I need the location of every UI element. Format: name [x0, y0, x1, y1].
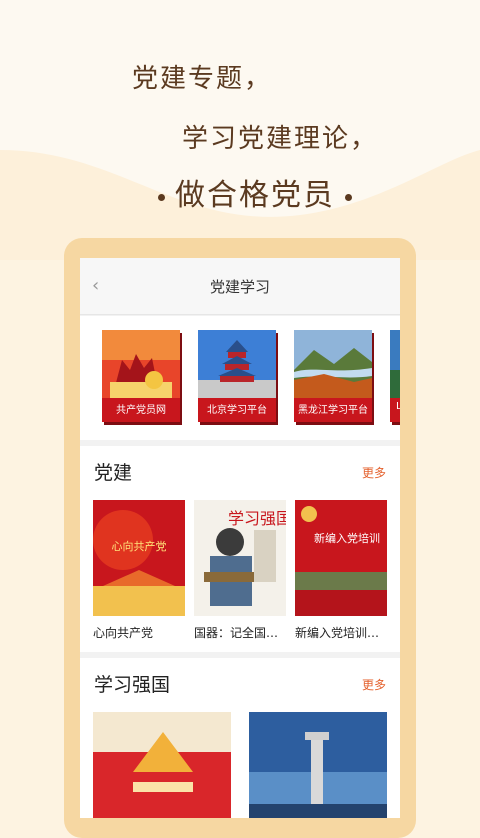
app-screen: ‹ 党建学习 共产党员网 北京学习平台 黑龙江学习平台 L 党建 更多 心向共产… — [80, 258, 400, 818]
bullet-dot-icon — [345, 193, 352, 201]
book-cover-image: 心向共产党 — [93, 500, 185, 616]
book-title: 新编入党培训… — [295, 626, 380, 640]
section-title: 党建 — [94, 462, 133, 484]
book-cover-text: 学习强国 — [228, 509, 286, 528]
book-cover-text: 新编入党培训 — [314, 531, 380, 545]
slogan-line-2: 学习党建理论， — [182, 124, 379, 154]
party-monument-image — [102, 330, 180, 398]
platform-card-heilongjiang[interactable]: 黑龙江学习平台 — [294, 330, 372, 422]
more-link[interactable]: 更多 — [362, 464, 386, 481]
platform-label: L — [396, 401, 400, 412]
temple-of-heaven-image — [198, 330, 276, 398]
platform-card-beijing[interactable]: 北京学习平台 — [198, 330, 276, 422]
slogan-line-3-text: 做合格党员 — [175, 178, 335, 213]
autumn-mountains-image — [294, 330, 372, 398]
platform-carousel[interactable]: 共产党员网 北京学习平台 黑龙江学习平台 L — [80, 316, 400, 440]
book-cover-image: 学习强国 — [194, 500, 286, 616]
platform-card-partial[interactable]: L — [390, 330, 400, 422]
content-cover-image[interactable] — [249, 712, 387, 818]
page-title: 党建学习 — [209, 278, 270, 296]
book-cover-text: 心向共产党 — [112, 539, 167, 553]
book-title: 心向共产党 — [93, 626, 154, 640]
section-xuexiqiangguo: 学习强国 更多 — [80, 658, 400, 818]
content-cover-image[interactable] — [93, 712, 231, 818]
section-dangjian: 党建 更多 心向共产党 心向共产党 学习强国 国器：记全国… 新编入党培训 新编… — [80, 446, 400, 652]
book-item[interactable]: 新编入党培训 新编入党培训… — [295, 500, 387, 641]
section-title: 学习强国 — [94, 674, 171, 696]
platform-label: 黑龙江学习平台 — [298, 405, 368, 416]
slogan-line-3: 做合格党员 — [148, 170, 362, 214]
book-item[interactable]: 学习强国 国器：记全国… — [194, 500, 286, 641]
book-cover-image: 新编入党培训 — [295, 500, 387, 616]
more-link[interactable]: 更多 — [362, 676, 386, 693]
bullet-dot-icon — [158, 193, 165, 201]
platform-image — [390, 330, 400, 398]
book-title: 国器：记全国… — [194, 626, 279, 640]
platform-label: 共产党员网 — [116, 405, 166, 416]
book-item[interactable]: 心向共产党 心向共产党 — [93, 500, 185, 641]
slogan-line-1: 党建专题， — [132, 64, 273, 94]
platform-label: 北京学习平台 — [207, 405, 267, 416]
nav-bar: ‹ 党建学习 — [80, 258, 400, 315]
platform-card-gongchandang[interactable]: 共产党员网 — [102, 330, 180, 422]
